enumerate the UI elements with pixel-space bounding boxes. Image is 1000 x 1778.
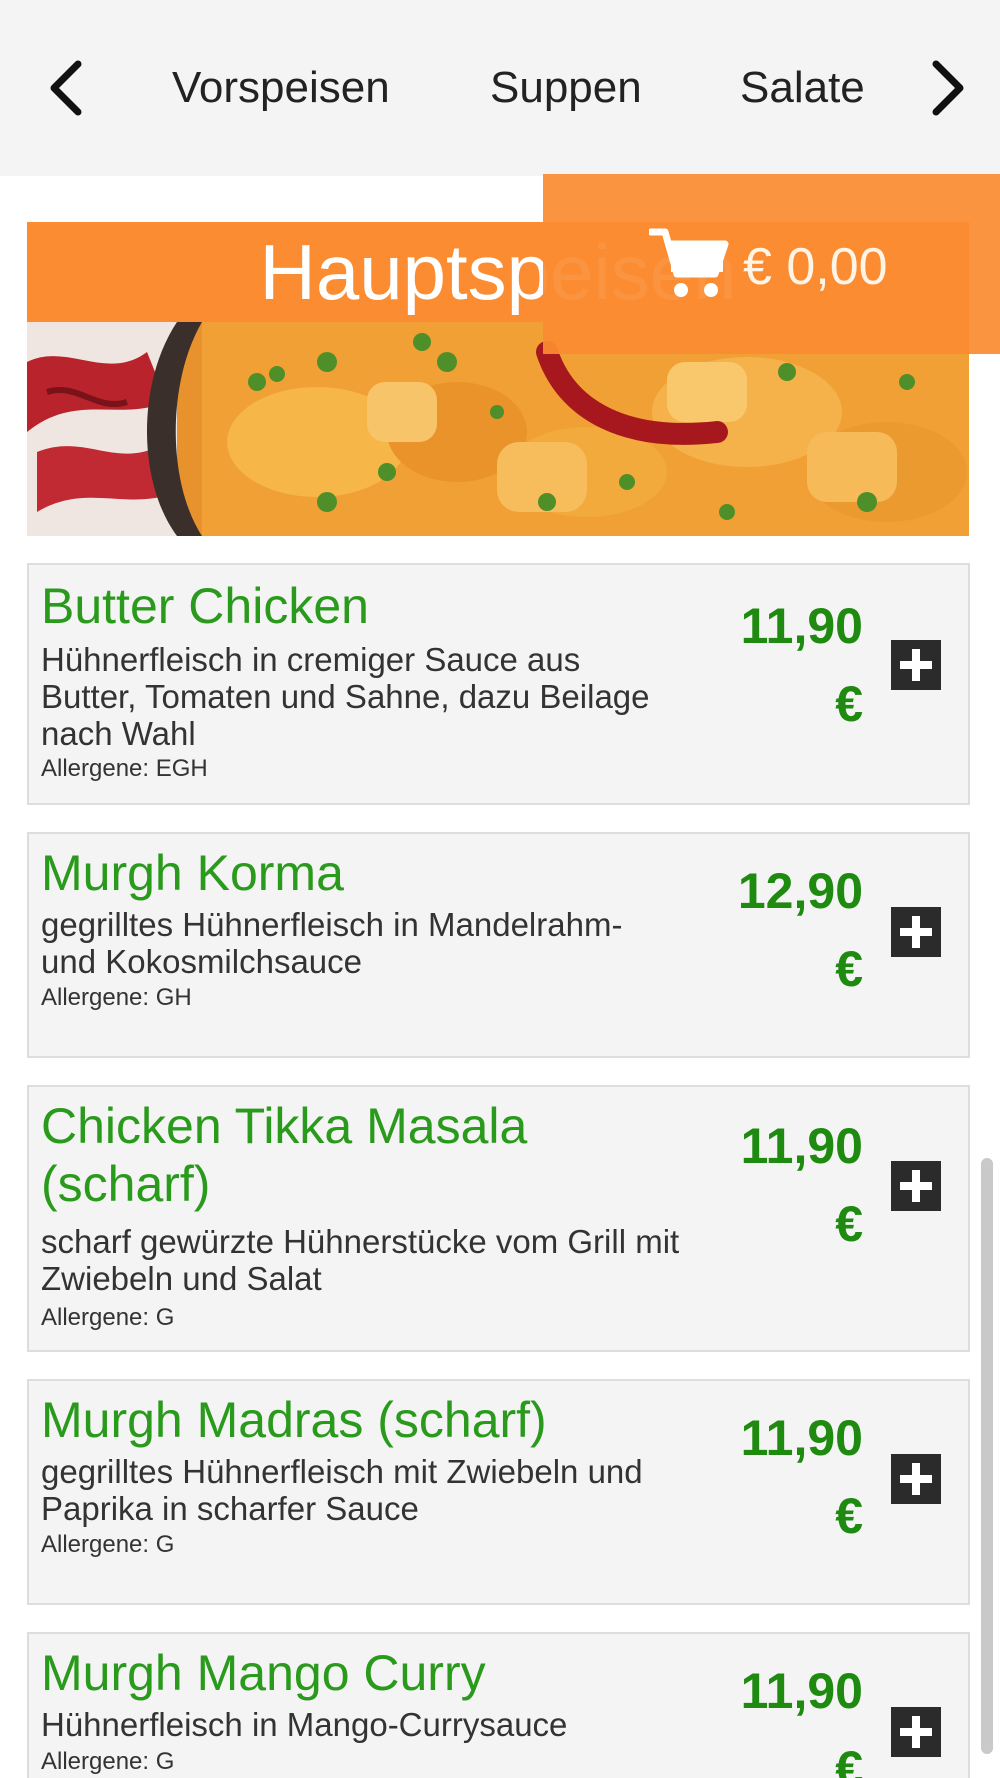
plus-icon bbox=[900, 916, 932, 948]
plus-icon bbox=[900, 1463, 932, 1495]
item-description: gegrilltes Hühnerfleisch in Mandelrahm- … bbox=[41, 906, 623, 980]
menu-page: Vorspeisen Suppen Salate Hauptspeisen € … bbox=[0, 0, 1000, 1778]
item-allergens: Allergene: G bbox=[41, 1748, 175, 1775]
item-name[interactable]: Chicken Tikka Masala (scharf) bbox=[41, 1097, 601, 1213]
curry-photo bbox=[27, 322, 969, 536]
item-price: 12,90 € bbox=[703, 852, 863, 1008]
price-currency: € bbox=[835, 676, 863, 732]
plus-icon bbox=[900, 1716, 932, 1748]
item-description: Hühnerfleisch in cremiger Sauce aus Butt… bbox=[41, 641, 650, 752]
item-allergens: Allergene: G bbox=[41, 1531, 175, 1558]
category-tab-salate[interactable]: Salate bbox=[740, 56, 865, 120]
price-value: 11,90 bbox=[740, 1118, 863, 1174]
item-allergens: Allergene: GH bbox=[41, 984, 192, 1011]
item-name[interactable]: Butter Chicken bbox=[41, 577, 681, 635]
add-to-cart-button[interactable] bbox=[891, 907, 941, 957]
chevron-right-icon bbox=[932, 60, 964, 116]
menu-item: Murgh Korma gegrilltes Hühnerfleisch in … bbox=[27, 832, 970, 1058]
plus-icon bbox=[900, 1170, 932, 1202]
section-hero-image bbox=[27, 322, 969, 536]
plus-icon bbox=[900, 649, 932, 681]
price-value: 12,90 bbox=[737, 863, 863, 919]
menu-item: Chicken Tikka Masala (scharf) scharf gew… bbox=[27, 1085, 970, 1352]
scrollbar-thumb[interactable] bbox=[981, 1158, 993, 1754]
price-value: 11,90 bbox=[740, 598, 863, 654]
item-price: 11,90 € bbox=[703, 1652, 863, 1778]
shopping-cart-icon bbox=[649, 226, 729, 302]
item-description: gegrilltes Hühnerfleisch mit Zwiebeln un… bbox=[41, 1453, 643, 1527]
chevron-left-icon bbox=[50, 60, 82, 116]
category-tab-suppen[interactable]: Suppen bbox=[490, 56, 642, 120]
add-to-cart-button[interactable] bbox=[891, 1707, 941, 1757]
category-nav: Vorspeisen Suppen Salate bbox=[0, 0, 1000, 176]
item-allergens: Allergene: G bbox=[41, 1304, 175, 1331]
item-allergens: Allergene: EGH bbox=[41, 755, 208, 782]
add-to-cart-button[interactable] bbox=[891, 1161, 941, 1211]
menu-item: Murgh Mango Curry Hühnerfleisch in Mango… bbox=[27, 1632, 970, 1778]
price-currency: € bbox=[835, 1196, 863, 1252]
item-name[interactable]: Murgh Madras (scharf) bbox=[41, 1391, 681, 1449]
item-name[interactable]: Murgh Korma bbox=[41, 844, 681, 902]
cart-button[interactable]: € 0,00 bbox=[543, 174, 1000, 354]
item-description: scharf gewürzte Hühnerstücke vom Grill m… bbox=[41, 1223, 680, 1297]
price-currency: € bbox=[835, 1488, 863, 1544]
item-price: 11,90 € bbox=[703, 587, 863, 743]
price-currency: € bbox=[835, 1741, 863, 1778]
menu-item: Murgh Madras (scharf) gegrilltes Hühnerf… bbox=[27, 1379, 970, 1605]
cart-total: € 0,00 bbox=[743, 238, 888, 296]
price-currency: € bbox=[835, 941, 863, 997]
item-description: Hühnerfleisch in Mango-Currysauce bbox=[41, 1706, 568, 1743]
price-value: 11,90 bbox=[740, 1410, 863, 1466]
item-name[interactable]: Murgh Mango Curry bbox=[41, 1644, 681, 1702]
category-tab-vorspeisen[interactable]: Vorspeisen bbox=[172, 56, 390, 120]
item-price: 11,90 € bbox=[703, 1399, 863, 1555]
nav-prev-button[interactable] bbox=[42, 56, 102, 120]
add-to-cart-button[interactable] bbox=[891, 640, 941, 690]
add-to-cart-button[interactable] bbox=[891, 1454, 941, 1504]
nav-next-button[interactable] bbox=[912, 56, 972, 120]
item-price: 11,90 € bbox=[703, 1107, 863, 1263]
menu-item: Butter Chicken Hühnerfleisch in cremiger… bbox=[27, 563, 970, 805]
price-value: 11,90 bbox=[740, 1663, 863, 1719]
